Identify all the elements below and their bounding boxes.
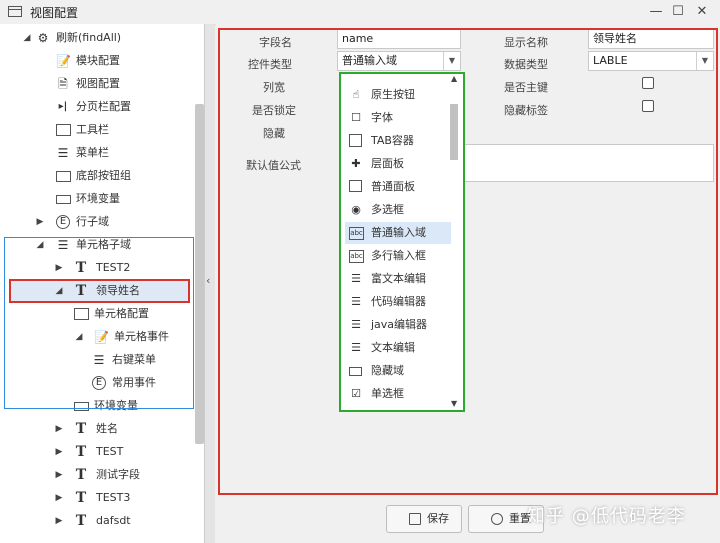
tree-item-label: 环境变量 <box>76 192 120 205</box>
expand-arrow-icon[interactable]: ▶ <box>54 510 64 532</box>
tree-item-menubar[interactable]: ☰ 菜单栏 <box>0 142 195 164</box>
expand-arrow-icon[interactable]: ▶ <box>54 464 64 486</box>
tree-item-bottom-buttons[interactable]: 底部按钮组 <box>0 165 195 187</box>
tree-item-test[interactable]: ▶ T TEST <box>0 441 195 463</box>
toolbar-icon <box>56 124 71 136</box>
expand-arrow-icon[interactable]: ▶ <box>54 441 64 463</box>
tree-item-env-vars[interactable]: 环境变量 <box>0 188 195 210</box>
tree-item-label: 底部按钮组 <box>76 169 131 182</box>
tree-item-label: 工具栏 <box>76 123 109 136</box>
tree-item-label: 行子域 <box>76 215 109 228</box>
tree-item-label: 模块配置 <box>76 54 120 67</box>
window-icon <box>8 6 22 17</box>
collapse-arrow-icon[interactable]: ◢ <box>22 27 32 49</box>
tree-item-label: 分页栏配置 <box>76 100 131 113</box>
event-icon: E <box>56 215 70 229</box>
tree-item-label: dafsdt <box>96 514 131 527</box>
window-title: 视图配置 <box>30 6 79 20</box>
text-field-icon: T <box>75 513 87 529</box>
tree-item-label: 视图配置 <box>76 77 120 90</box>
tree-item-toolbar[interactable]: 工具栏 <box>0 119 195 141</box>
maximize-icon[interactable]: ☐ <box>668 2 688 22</box>
text-field-icon: T <box>75 421 87 437</box>
tree-item-refresh[interactable]: ◢ ⚙ 刷新(findAll) <box>0 27 195 49</box>
tree-item-label: 姓名 <box>96 422 118 435</box>
tree-item-test-field[interactable]: ▶ T 测试字段 <box>0 464 195 486</box>
watermark-text: 知乎 @低代码老李 <box>527 506 686 527</box>
text-field-icon: T <box>75 444 87 460</box>
minimize-icon[interactable]: — <box>646 2 666 22</box>
menu-icon: ☰ <box>57 146 69 160</box>
expand-arrow-icon[interactable]: ▶ <box>54 418 64 440</box>
save-button[interactable]: 保存 <box>386 505 462 533</box>
pager-icon: ▸| <box>58 101 68 112</box>
document-icon: 🗎 <box>58 77 68 91</box>
tree-item-dafsdt[interactable]: ▶ T dafsdt <box>0 510 195 532</box>
reset-icon <box>491 513 503 525</box>
close-icon[interactable]: ✕ <box>692 2 712 22</box>
gear-icon: ⚙ <box>37 31 49 45</box>
expand-arrow-icon[interactable]: ▶ <box>35 211 45 233</box>
tree-item-label: 测试字段 <box>96 468 140 481</box>
tree-item-label: 菜单栏 <box>76 146 109 159</box>
tree-item-module-config[interactable]: 📝 模块配置 <box>0 50 195 72</box>
save-icon <box>409 513 421 525</box>
tree-item-view-config[interactable]: 🗎 视图配置 <box>0 73 195 95</box>
panel-splitter[interactable]: ‹ <box>204 24 215 543</box>
tree-scrollbar[interactable] <box>195 104 204 444</box>
text-field-icon: T <box>75 490 87 506</box>
tree-item-test3[interactable]: ▶ T TEST3 <box>0 487 195 509</box>
highlight-frame-red-selected <box>9 279 190 303</box>
tree-item-name[interactable]: ▶ T 姓名 <box>0 418 195 440</box>
tree-item-pager-config[interactable]: ▸| 分页栏配置 <box>0 96 195 118</box>
env-icon <box>56 195 71 204</box>
highlight-frame-red-form <box>218 28 718 495</box>
save-button-label: 保存 <box>427 512 449 525</box>
highlight-frame-blue <box>4 237 194 409</box>
expand-arrow-icon[interactable]: ▶ <box>54 487 64 509</box>
tree-item-row-domain[interactable]: ▶ E 行子域 <box>0 211 195 233</box>
tree-item-label: 刷新(findAll) <box>56 31 122 44</box>
window-titlebar: 视图配置 — ☐ ✕ <box>0 0 720 25</box>
button-group-icon <box>56 171 71 182</box>
text-field-icon: T <box>75 467 87 483</box>
document-edit-icon: 📝 <box>56 54 71 68</box>
tree-item-label: TEST3 <box>96 491 131 504</box>
tree-item-label: TEST <box>96 445 124 458</box>
chevron-left-icon[interactable]: ‹ <box>206 274 210 287</box>
